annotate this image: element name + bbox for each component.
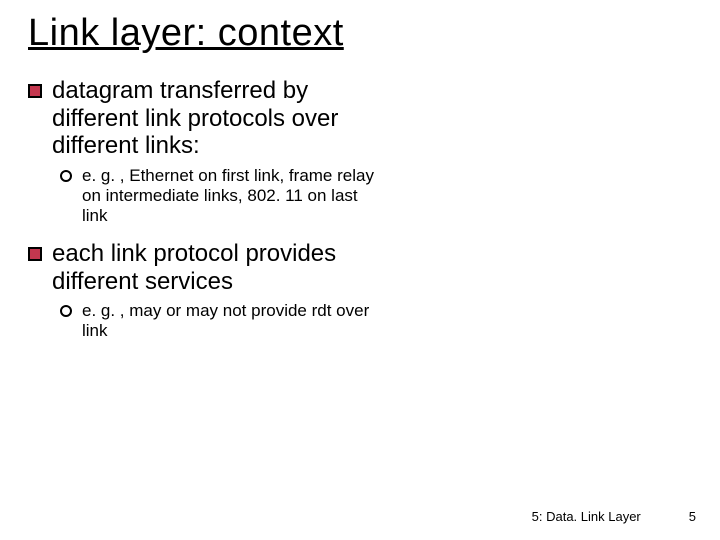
- slide-title: Link layer: context: [28, 12, 700, 55]
- circle-bullet-icon: [60, 305, 72, 317]
- bullet-1: datagram transferred by different link p…: [28, 77, 700, 160]
- subbullet-1: e. g. , Ethernet on first link, frame re…: [60, 166, 700, 226]
- subbullet-2: e. g. , may or may not provide rdt over …: [60, 301, 700, 341]
- square-bullet-icon: [28, 84, 42, 98]
- bullet-2: each link protocol provides different se…: [28, 240, 700, 295]
- slide-footer: 5: Data. Link Layer 5: [532, 509, 696, 524]
- subbullet-2-text: e. g. , may or may not provide rdt over …: [82, 301, 382, 341]
- square-bullet-icon: [28, 247, 42, 261]
- circle-bullet-icon: [60, 170, 72, 182]
- footer-section: 5: Data. Link Layer: [532, 509, 641, 524]
- subbullet-1-text: e. g. , Ethernet on first link, frame re…: [82, 166, 382, 226]
- bullet-2-text: each link protocol provides different se…: [52, 240, 392, 295]
- footer-page-number: 5: [689, 509, 696, 524]
- bullet-1-text: datagram transferred by different link p…: [52, 77, 392, 160]
